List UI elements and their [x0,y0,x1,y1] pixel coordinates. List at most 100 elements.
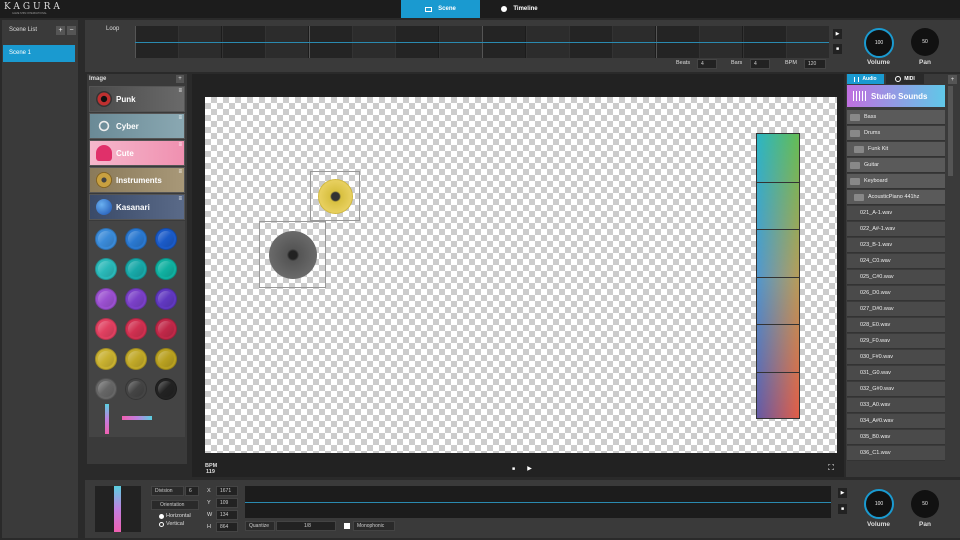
menu-icon[interactable]: ≡ [178,88,182,94]
palette-ball[interactable] [155,258,177,280]
tab-timeline[interactable]: Timeline [480,0,559,18]
loop-stop-button[interactable]: ■ [833,44,842,54]
scene-list-item[interactable]: Scene 1 [3,45,75,62]
bottom-volume-knob[interactable]: 100 [864,489,894,519]
palette-ball[interactable] [155,288,177,310]
bottom-pan-knob[interactable]: 50 [911,490,939,518]
orientation-horizontal-radio[interactable]: Horizontal [159,513,191,519]
folder-label: AcousticPiano 441hz [868,194,920,200]
tab-scene[interactable]: Scene [401,0,480,18]
horizontal-gradient-bar-thumb[interactable] [122,416,152,420]
palette-ball[interactable] [155,228,177,250]
y-input[interactable]: 109 [216,498,238,508]
file-row[interactable]: 026_D0.wav [847,286,945,301]
loop-play-button[interactable]: ▶ [833,29,842,39]
file-row[interactable]: 036_C1.wav [847,446,945,461]
w-input[interactable]: 134 [216,510,238,520]
pan-knob[interactable]: 50 [911,28,939,56]
tab-timeline-label: Timeline [513,6,538,12]
volume-knob[interactable]: 100 [864,28,894,58]
division-label: Division [151,486,184,496]
palette-ball[interactable] [95,378,117,400]
file-row[interactable]: 022_A#-1.wav [847,222,945,237]
inspector-play-button[interactable]: ▶ [838,488,847,498]
division-input[interactable]: 6 [185,486,199,496]
monophonic-checkbox[interactable] [344,523,350,529]
menu-icon[interactable]: ≡ [178,169,182,175]
vertical-gradient-bar-thumb[interactable] [105,404,109,434]
palette-ball[interactable] [125,258,147,280]
remove-scene-button[interactable]: − [67,26,76,35]
palette-ball[interactable] [95,348,117,370]
file-label: 021_A-1.wav [860,210,893,216]
menu-icon[interactable]: ≡ [178,142,182,148]
file-row[interactable]: 021_A-1.wav [847,206,945,221]
canvas-play-button[interactable]: ▶ [525,464,534,473]
file-row[interactable]: 034_A#0.wav [847,414,945,429]
palette-ball[interactable] [155,348,177,370]
menu-icon[interactable]: ≡ [178,115,182,121]
file-row[interactable]: 024_C0.wav [847,254,945,269]
file-row[interactable]: 035_B0.wav [847,430,945,445]
category-cute[interactable]: Cute ≡ [89,140,185,166]
app-logo: KAGURA GAME SHIM INTERNATIONAL [4,3,84,16]
record-yellow-frame[interactable] [310,171,360,221]
category-instruments[interactable]: Instruments ≡ [89,167,185,193]
folder-row[interactable]: Drums [847,126,945,141]
add-sound-button[interactable]: + [948,75,957,84]
menu-icon[interactable]: ≡ [178,196,182,202]
bpm-label: BPM [785,60,797,66]
folder-row[interactable]: Keyboard [847,174,945,189]
palette-ball[interactable] [125,318,147,340]
loop-track[interactable] [135,26,829,58]
triquetra-icon [96,118,112,134]
folder-row[interactable]: Bass [847,110,945,125]
x-input[interactable]: 1671 [216,486,238,496]
category-kasanari[interactable]: Kasanari ≡ [89,194,185,220]
folder-row[interactable]: AcousticPiano 441hz [847,190,945,205]
file-row[interactable]: 032_G#0.wav [847,382,945,397]
tab-midi[interactable]: MIDI [886,74,924,84]
sound-list-scrollbar[interactable] [948,86,953,176]
inspector-stop-button[interactable]: ■ [838,504,847,514]
palette-ball[interactable] [95,258,117,280]
beats-input[interactable]: 4 [697,59,717,69]
file-row[interactable]: 028_E0.wav [847,318,945,333]
gradient-bar-object[interactable] [756,133,800,419]
palette-ball[interactable] [125,378,147,400]
folder-row[interactable]: Guitar [847,158,945,173]
bars-input[interactable]: 4 [750,59,770,69]
file-row[interactable]: 031_G0.wav [847,366,945,381]
file-row[interactable]: 023_B-1.wav [847,238,945,253]
h-input[interactable]: 864 [216,522,238,532]
palette-ball[interactable] [95,288,117,310]
folder-row[interactable]: Funk Kit [847,142,945,157]
category-punk[interactable]: Punk ≡ [89,86,185,112]
category-cyber[interactable]: Cyber ≡ [89,113,185,139]
fullscreen-button[interactable]: ⛶ [826,463,836,473]
add-scene-button[interactable]: + [56,26,65,35]
palette-ball[interactable] [95,228,117,250]
palette-ball[interactable] [95,318,117,340]
palette-ball[interactable] [125,288,147,310]
file-row[interactable]: 033_A0.wav [847,398,945,413]
palette-ball[interactable] [125,348,147,370]
bar-division-line [757,371,799,373]
studio-sounds-header[interactable]: Studio Sounds [847,85,945,107]
record-gray-frame[interactable] [259,221,326,288]
canvas-stop-button[interactable]: ■ [509,464,518,473]
palette-ball[interactable] [155,378,177,400]
inspector-track[interactable] [245,486,831,518]
add-image-button[interactable]: + [176,75,184,83]
file-row[interactable]: 027_D#0.wav [847,302,945,317]
bpm-input[interactable]: 120 [804,59,826,69]
palette-ball[interactable] [155,318,177,340]
file-row[interactable]: 030_F#0.wav [847,350,945,365]
file-row[interactable]: 025_C#0.wav [847,270,945,285]
orientation-vertical-radio[interactable]: Vertical [159,521,184,527]
w-label: W [207,512,213,518]
file-row[interactable]: 029_F0.wav [847,334,945,349]
tab-audio[interactable]: Audio [847,74,884,84]
palette-ball[interactable] [125,228,147,250]
quantize-select[interactable]: 1/8 [276,521,336,531]
